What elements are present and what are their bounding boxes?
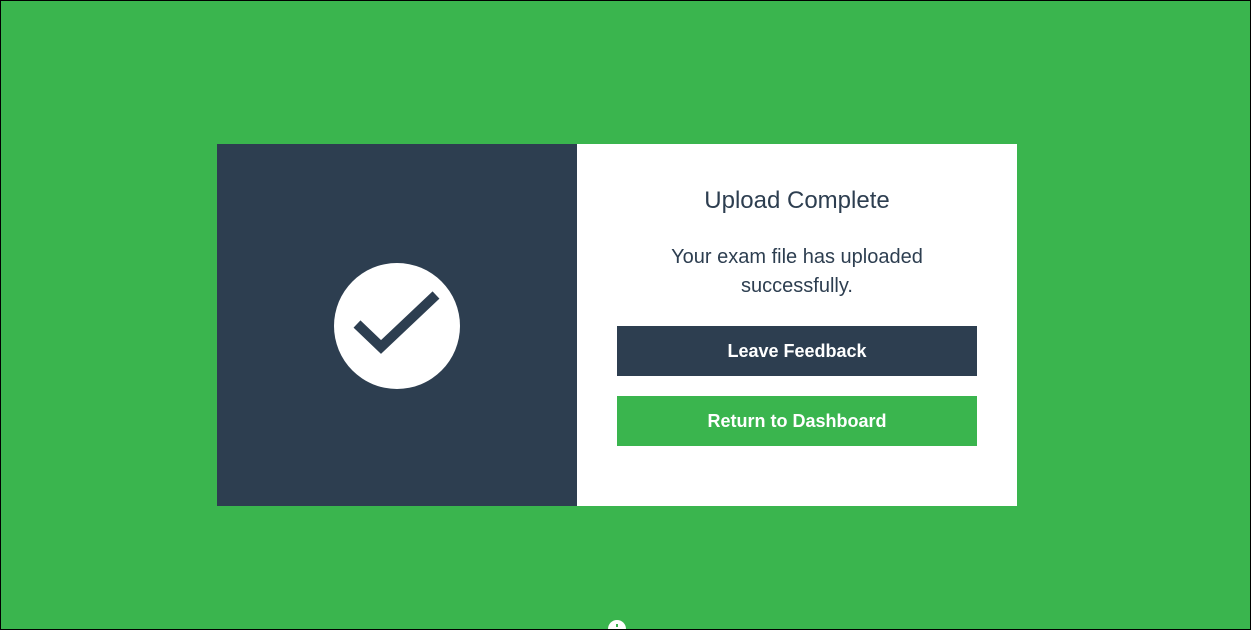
page-background: Upload Complete Your exam file has uploa…: [0, 0, 1251, 630]
dialog-icon-panel: [217, 144, 577, 506]
upload-complete-dialog: Upload Complete Your exam file has uploa…: [217, 144, 1017, 506]
info-icon[interactable]: [608, 620, 626, 629]
leave-feedback-button[interactable]: Leave Feedback: [617, 326, 977, 376]
return-to-dashboard-button[interactable]: Return to Dashboard: [617, 396, 977, 446]
checkmark-icon: [353, 291, 440, 354]
info-icon-mark: [616, 624, 618, 627]
success-circle: [334, 263, 460, 389]
dialog-title: Upload Complete: [704, 187, 890, 214]
dialog-content-panel: Upload Complete Your exam file has uploa…: [577, 144, 1017, 506]
dialog-message: Your exam file has uploaded successfully…: [671, 246, 923, 297]
